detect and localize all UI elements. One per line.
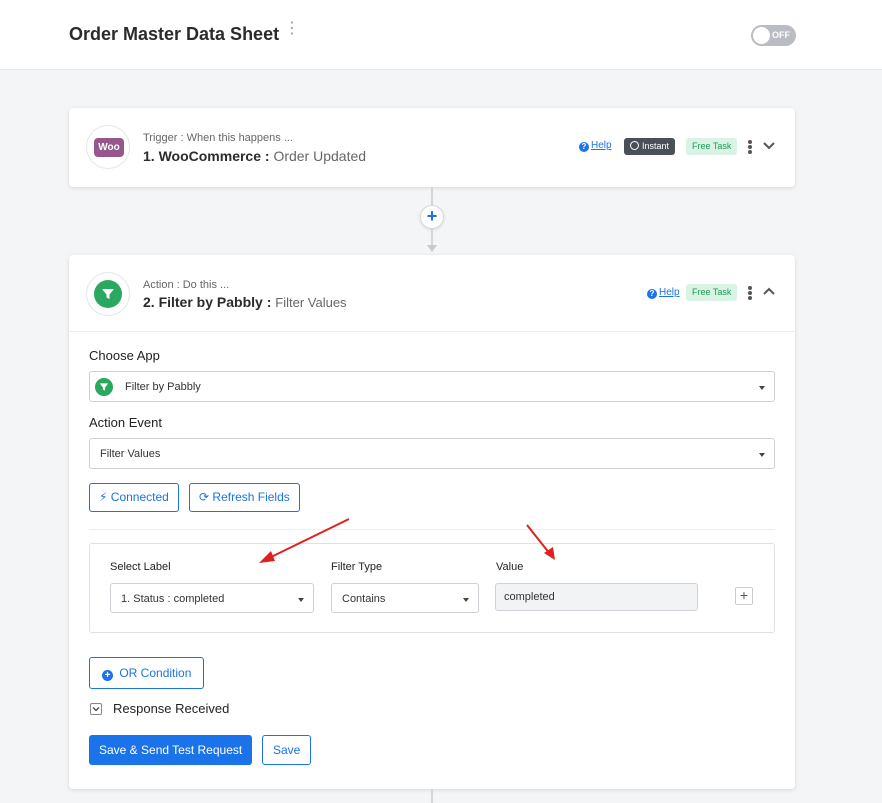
toggle-label: OFF bbox=[772, 30, 790, 40]
chevron-up-icon[interactable] bbox=[763, 285, 775, 297]
action-card[interactable]: Action : Do this ... 2. Filter by Pabbly… bbox=[69, 255, 795, 789]
toggle-knob bbox=[753, 27, 770, 44]
add-step-button[interactable]: + bbox=[420, 205, 444, 229]
action-subtitle: Action : Do this ... bbox=[143, 279, 230, 291]
connector-line-bottom bbox=[431, 229, 433, 246]
select-label-dropdown[interactable]: 1. Status : completed bbox=[110, 583, 314, 613]
chevron-down-icon[interactable] bbox=[763, 140, 775, 152]
action-menu-icon[interactable] bbox=[748, 286, 752, 300]
woo-logo-text: Woo bbox=[94, 138, 124, 157]
instant-badge: Instant bbox=[624, 138, 676, 155]
plus-circle-icon: + bbox=[102, 670, 113, 681]
action-event-select[interactable]: Filter Values bbox=[89, 438, 775, 469]
caret-down-icon bbox=[463, 598, 469, 602]
refresh-icon: ⟳ bbox=[199, 490, 210, 504]
trigger-menu-icon[interactable] bbox=[748, 140, 752, 154]
plug-icon: ⚡︎ bbox=[99, 490, 108, 504]
workflow-title[interactable]: Order Master Data Sheet bbox=[69, 24, 279, 45]
save-button[interactable]: Save bbox=[262, 735, 312, 765]
free-task-badge: Free Task bbox=[686, 138, 738, 155]
caret-down-icon bbox=[298, 598, 304, 602]
choose-app-label: Choose App bbox=[89, 348, 160, 363]
trigger-subtitle: Trigger : When this happens ... bbox=[143, 132, 293, 144]
trigger-card[interactable]: Woo Trigger : When this happens ... 1. W… bbox=[69, 108, 795, 187]
trigger-step-title: 1. WooCommerce : Order Updated bbox=[143, 148, 366, 164]
woocommerce-logo: Woo bbox=[86, 125, 130, 169]
section-divider bbox=[89, 529, 775, 530]
filter-icon bbox=[94, 280, 122, 308]
help-label: Help bbox=[591, 140, 612, 151]
help-label: Help bbox=[659, 287, 680, 298]
filter-icon bbox=[95, 378, 113, 396]
connector-arrow-icon bbox=[427, 245, 437, 252]
or-condition-label: OR Condition bbox=[119, 666, 192, 680]
save-send-test-button[interactable]: Save & Send Test Request bbox=[89, 735, 253, 765]
add-condition-button[interactable]: + bbox=[735, 587, 753, 605]
choose-app-select[interactable]: Filter by Pabbly bbox=[89, 371, 775, 402]
refresh-label: Refresh Fields bbox=[212, 490, 290, 504]
instant-label: Instant bbox=[642, 141, 670, 151]
trigger-app-name: 1. WooCommerce : bbox=[143, 148, 270, 164]
select-label-value: 1. Status : completed bbox=[121, 593, 225, 605]
or-condition-button[interactable]: + OR Condition bbox=[89, 657, 205, 689]
workflow-toggle[interactable]: OFF bbox=[751, 25, 796, 46]
annotation-arrow-left bbox=[259, 518, 350, 563]
filter-condition-box: Select Label 1. Status : completed Filte… bbox=[89, 543, 775, 633]
connected-label: Connected bbox=[110, 490, 169, 504]
choose-app-value: Filter by Pabbly bbox=[125, 381, 201, 393]
trigger-event-name: Order Updated bbox=[273, 148, 367, 164]
refresh-fields-button[interactable]: ⟳ Refresh Fields bbox=[189, 483, 300, 512]
trigger-help-link[interactable]: ? Help bbox=[579, 140, 612, 152]
action-event-value: Filter Values bbox=[100, 448, 161, 460]
filter-by-pabbly-logo bbox=[86, 272, 130, 316]
filter-type-dropdown[interactable]: Contains bbox=[331, 583, 479, 613]
response-received-label[interactable]: Response Received bbox=[113, 701, 229, 716]
annotation-arrow-right bbox=[526, 524, 555, 560]
help-icon: ? bbox=[579, 142, 589, 152]
select-label-header: Select Label bbox=[110, 561, 171, 573]
response-toggle-icon[interactable] bbox=[90, 703, 102, 715]
action-help-link[interactable]: ? Help bbox=[647, 287, 680, 299]
connected-button[interactable]: ⚡︎ Connected bbox=[89, 483, 179, 512]
caret-down-icon bbox=[759, 386, 765, 390]
header-divider bbox=[69, 331, 795, 332]
clock-icon bbox=[630, 141, 639, 150]
action-app-name: 2. Filter by Pabbly : bbox=[143, 294, 272, 310]
help-icon: ? bbox=[647, 289, 657, 299]
action-event-name: Filter Values bbox=[275, 295, 347, 310]
connector-line-next bbox=[431, 789, 433, 803]
caret-down-icon bbox=[759, 453, 765, 457]
top-bar: Order Master Data Sheet ⋮ OFF bbox=[0, 0, 882, 70]
action-step-title: 2. Filter by Pabbly : Filter Values bbox=[143, 294, 347, 310]
action-event-label: Action Event bbox=[89, 415, 162, 430]
value-input-text: completed bbox=[504, 591, 555, 603]
connector-line-top bbox=[431, 187, 433, 205]
value-header: Value bbox=[496, 561, 524, 573]
value-input[interactable]: completed bbox=[495, 583, 698, 611]
filter-type-value: Contains bbox=[342, 593, 386, 605]
workflow-menu-icon[interactable]: ⋮ bbox=[284, 21, 300, 44]
free-task-badge: Free Task bbox=[686, 284, 738, 301]
